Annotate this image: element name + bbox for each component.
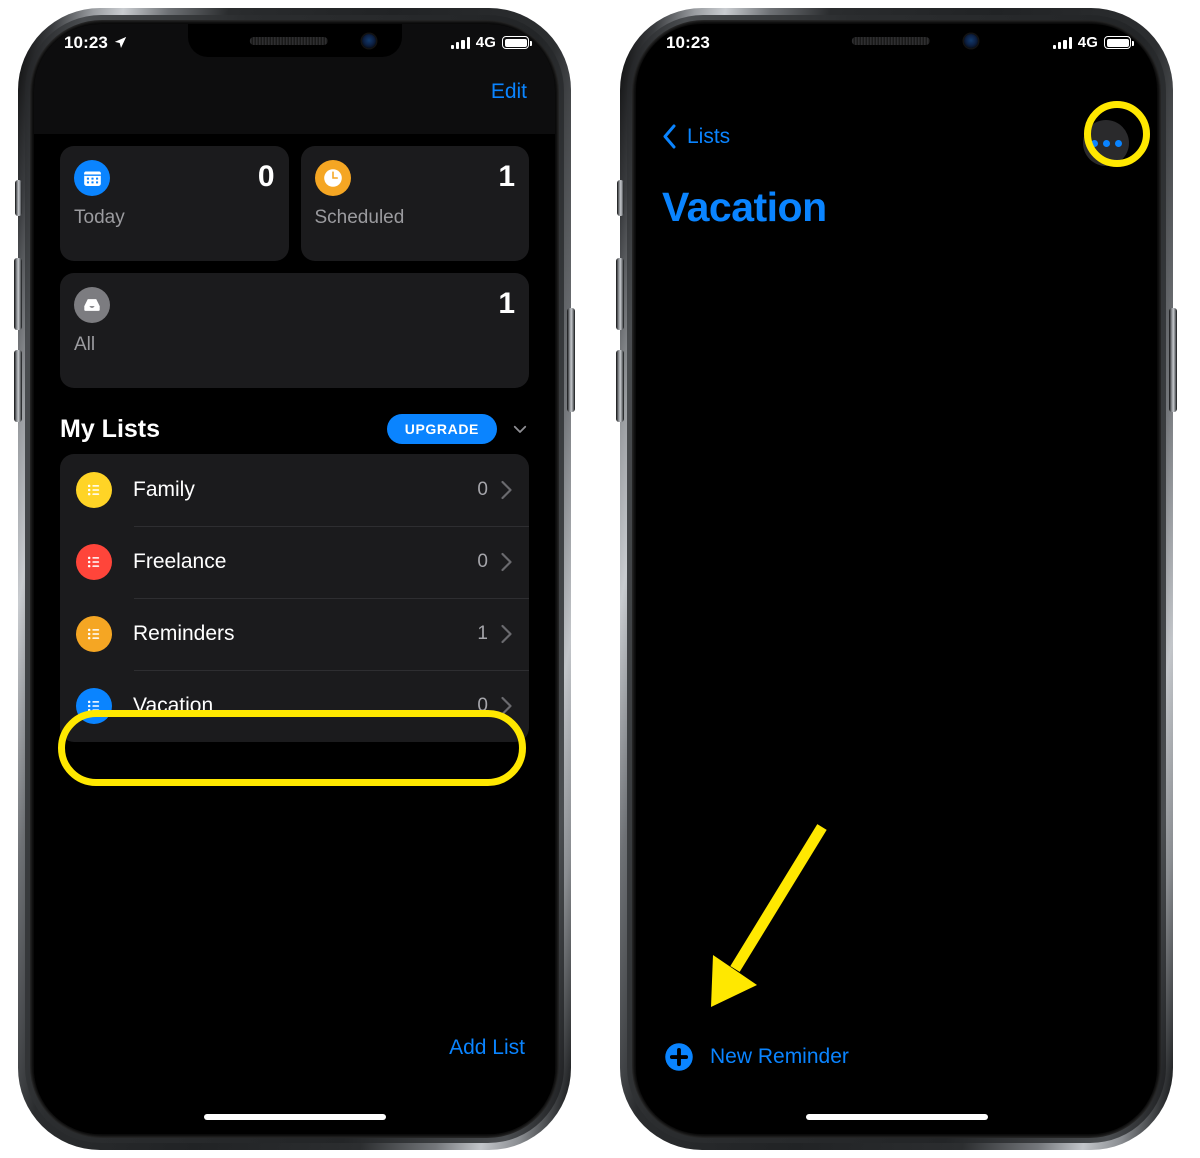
earpiece-speaker-icon: [851, 37, 930, 45]
chevron-right-icon: [501, 696, 512, 716]
chevron-right-icon: [501, 624, 512, 644]
list-bullet-icon: [76, 616, 112, 652]
more-options-button[interactable]: [1083, 120, 1129, 166]
notch: [789, 24, 1004, 57]
inbox-tray-icon: [74, 287, 110, 323]
smart-card-scheduled[interactable]: 1 Scheduled: [300, 146, 529, 261]
notch: [187, 24, 402, 57]
list-bullet-icon: [76, 688, 112, 724]
network-type: 4G: [1077, 34, 1098, 51]
status-bar-right: 4G: [451, 34, 532, 51]
page-title: Vacation: [662, 184, 827, 230]
my-lists-header: My Lists UPGRADE: [34, 388, 555, 454]
list-name: Reminders: [133, 622, 235, 645]
mute-switch[interactable]: [617, 180, 624, 216]
row-divider: [134, 526, 529, 527]
smart-card-count: 0: [257, 160, 275, 193]
list-bullet-icon: [76, 472, 112, 508]
back-label: Lists: [687, 124, 731, 148]
status-bar-left: 10:23: [64, 33, 127, 53]
home-indicator[interactable]: [805, 1114, 988, 1120]
volume-up-button[interactable]: [14, 258, 22, 330]
smart-card-all[interactable]: 1 All: [60, 273, 529, 388]
ellipsis-icon-dot: [1114, 139, 1122, 147]
new-reminder-label: New Reminder: [710, 1045, 849, 1068]
earpiece-speaker-icon: [249, 37, 328, 45]
list-name: Freelance: [133, 550, 227, 573]
chevron-right-icon: [501, 480, 512, 500]
clock-icon: [314, 160, 351, 196]
row-divider: [134, 598, 529, 599]
ellipsis-icon-dot: [1090, 139, 1098, 147]
add-list-button[interactable]: Add List: [449, 1036, 525, 1060]
smart-card-today[interactable]: 0 Today: [60, 146, 289, 261]
list-count: 0: [477, 695, 488, 716]
home-indicator[interactable]: [203, 1114, 386, 1120]
right-phone-screen: 10:23 4G Lists Vacation New Reminder: [636, 24, 1157, 1134]
power-button[interactable]: [1169, 308, 1177, 412]
status-bar-left: 10:23: [666, 33, 710, 53]
list-bullet-icon: [76, 544, 112, 580]
row-divider: [134, 670, 529, 671]
calendar-icon: [74, 160, 110, 196]
status-time: 10:23: [64, 32, 108, 52]
table-row[interactable]: Family 0: [60, 454, 529, 526]
smart-card-label: Today: [74, 207, 125, 228]
smart-card-label: All: [74, 334, 96, 355]
plus-circle-icon: [665, 1043, 693, 1071]
screenshot-canvas: 10:23 4G Edit 0 Today 1 Scheduled 1 All …: [0, 0, 1200, 1158]
smart-card-label: Scheduled: [314, 207, 405, 228]
volume-down-button[interactable]: [616, 350, 624, 422]
left-phone-screen: 10:23 4G Edit 0 Today 1 Scheduled 1 All …: [34, 24, 555, 1134]
section-title: My Lists: [60, 414, 161, 443]
network-type: 4G: [475, 34, 496, 51]
location-arrow-icon: [114, 36, 127, 49]
status-bar-right: 4G: [1053, 34, 1134, 51]
list-name: Vacation: [133, 694, 214, 717]
chevron-down-icon[interactable]: [511, 420, 529, 438]
new-reminder-button[interactable]: New Reminder: [664, 1042, 849, 1072]
list-count: 1: [477, 623, 488, 644]
back-button[interactable]: Lists: [662, 124, 730, 149]
front-camera-icon: [963, 34, 978, 48]
chevron-left-icon: [663, 124, 676, 149]
table-row[interactable]: Reminders 1: [60, 598, 529, 670]
mute-switch[interactable]: [15, 180, 22, 216]
power-button[interactable]: [567, 308, 575, 412]
smart-card-count: 1: [498, 160, 515, 193]
table-row-vacation[interactable]: Vacation 0: [60, 670, 529, 742]
left-phone: 10:23 4G Edit 0 Today 1 Scheduled 1 All …: [14, 8, 575, 1150]
cellular-bars-icon: [1053, 37, 1072, 49]
list-count: 0: [477, 479, 488, 500]
volume-down-button[interactable]: [14, 350, 22, 422]
smart-card-top: 1: [74, 287, 515, 323]
edit-button[interactable]: Edit: [491, 80, 527, 104]
volume-up-button[interactable]: [616, 258, 624, 330]
smart-card-top: 1: [314, 160, 515, 196]
front-camera-icon: [361, 34, 376, 48]
table-row[interactable]: Freelance 0: [60, 526, 529, 598]
upgrade-button[interactable]: UPGRADE: [386, 414, 497, 444]
smart-lists-grid: 0 Today 1 Scheduled: [34, 134, 555, 261]
smart-card-top: 0: [74, 160, 275, 196]
ellipsis-icon-dot: [1102, 139, 1110, 147]
list-count: 0: [477, 551, 488, 572]
right-phone: 10:23 4G Lists Vacation New Reminder: [616, 8, 1177, 1150]
left-content: 0 Today 1 Scheduled 1 All My Lists UPGRA…: [34, 134, 555, 1134]
chevron-right-icon: [501, 552, 512, 572]
status-time: 10:23: [666, 32, 710, 52]
my-lists-group: Family 0 Freelance 0 Reminders 1 Vacatio…: [60, 454, 529, 742]
battery-full-icon: [502, 36, 532, 49]
battery-full-icon: [1104, 36, 1134, 49]
smart-card-count: 1: [498, 287, 515, 320]
list-name: Family: [133, 478, 195, 501]
cellular-bars-icon: [451, 37, 470, 49]
